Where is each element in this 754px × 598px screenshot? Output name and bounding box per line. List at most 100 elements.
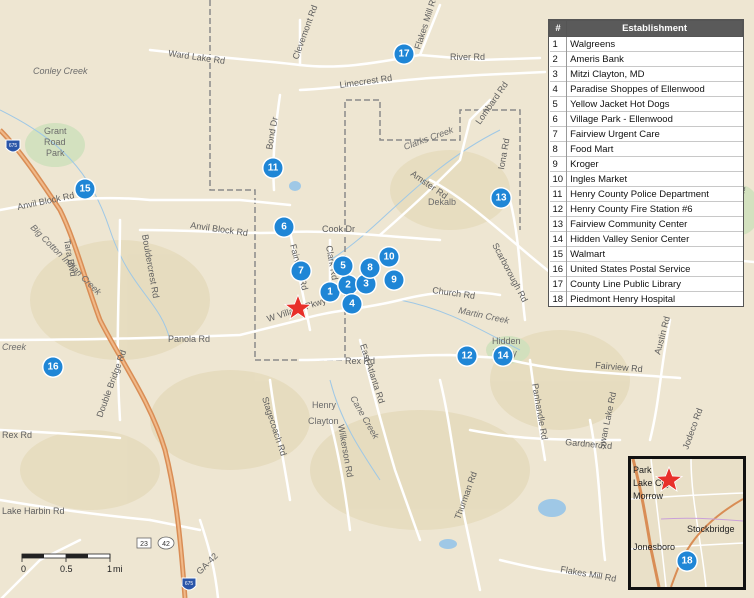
marker-17[interactable]: 17 (393, 43, 415, 65)
label-lake-harbin: Lake Harbin Rd (2, 506, 65, 516)
label-cook: Cook Dr (322, 224, 355, 234)
legend-row: 13 Fairview Community Center (549, 216, 743, 232)
scale-bar: 0 0.5 1 mi (20, 552, 130, 580)
legend-row-number: 7 (549, 126, 568, 142)
marker-18[interactable]: 18 (676, 550, 698, 572)
label-creek-left: Creek (2, 342, 27, 352)
marker-5-label: 5 (340, 261, 346, 272)
marker-10-label: 10 (383, 252, 395, 263)
legend-row: 10 Ingles Market (549, 171, 743, 187)
label-grant: Grant (44, 126, 67, 136)
marker-2-label: 2 (345, 280, 351, 291)
label-road: Road (44, 137, 66, 147)
marker-4[interactable]: 4 (341, 293, 363, 315)
marker-14[interactable]: 14 (492, 345, 514, 367)
legend-row-number: 9 (549, 156, 568, 172)
legend-row: 12 Henry County Fire Station #6 (549, 201, 743, 217)
inset-map[interactable]: Park Lake City Morrow Stockbridge Jonesb… (628, 456, 746, 590)
legend-row: 2 Ameris Bank (549, 51, 743, 67)
marker-8[interactable]: 8 (359, 257, 381, 279)
marker-5[interactable]: 5 (332, 255, 354, 277)
label-east-atlanta: East Atlanta Rd (358, 343, 387, 405)
label-hidden: Hidden (492, 336, 521, 346)
legend-row-number: 11 (549, 186, 568, 202)
legend-row: 18 Piedmont Henry Hospital (549, 291, 743, 306)
label-clayton: Clayton (308, 416, 339, 426)
label-flakes-bottom: Flakes Mill Rd (560, 564, 617, 584)
label-jodeco: Jodeco Rd (680, 407, 704, 451)
interstate-shield-bottom: 675 (181, 577, 197, 591)
inset-label-morrow: Morrow (633, 491, 664, 501)
legend-row: 8 Food Mart (549, 141, 743, 157)
label-clevemont: Clevemont Rd (290, 4, 319, 61)
label-clarks-creek: Clarks Creek (402, 125, 455, 152)
marker-13[interactable]: 13 (490, 187, 512, 209)
legend-row-number: 3 (549, 66, 568, 82)
legend-row-establishment: Mitzi Clayton, MD (566, 66, 743, 82)
label-austin: Austin Rd (652, 315, 672, 355)
legend-row-number: 17 (549, 276, 568, 292)
legend-row-number: 1 (549, 36, 568, 52)
label-lombard: Lombard Rd (473, 80, 510, 126)
interstate-shield-top: 675 (5, 139, 21, 153)
legend-row-number: 15 (549, 246, 568, 262)
label-anvil-block-mid: Anvil Block Rd (190, 220, 249, 238)
label-ward-lake: Ward Lake Rd (168, 48, 226, 66)
legend-row: 4 Paradise Shoppes of Ellenwood (549, 81, 743, 97)
legend-row: 15 Walmart (549, 246, 743, 262)
legend-row: 6 Village Park - Ellenwood (549, 111, 743, 127)
marker-18-label: 18 (681, 556, 693, 567)
marker-15[interactable]: 15 (74, 178, 96, 200)
legend-row-number: 8 (549, 141, 568, 157)
marker-6[interactable]: 6 (273, 216, 295, 238)
ga42-shield: 42 (157, 536, 175, 550)
legend-row-establishment: Kroger (566, 156, 743, 172)
marker-16[interactable]: 16 (42, 356, 64, 378)
label-conley-creek: Conley Creek (33, 66, 88, 76)
label-panola: Panola Rd (168, 334, 210, 344)
legend-col-name: Establishment (566, 20, 743, 37)
marker-6-label: 6 (281, 222, 287, 233)
label-rex-left: Rex Rd (2, 430, 32, 440)
ga42-shield-label: 42 (162, 541, 170, 548)
legend-row-establishment: County Line Public Library (566, 276, 743, 292)
legend-row-establishment: Hidden Valley Senior Center (566, 231, 743, 247)
scale-tick-0: 0 (21, 564, 26, 574)
marker-16-label: 16 (47, 362, 59, 373)
legend-row-number: 18 (549, 291, 568, 306)
marker-15-label: 15 (79, 184, 91, 195)
label-bond: Bond Dr (264, 116, 280, 150)
legend-row-number: 2 (549, 51, 568, 67)
legend-row-establishment: Walmart (566, 246, 743, 262)
i675-bottom-label: 675 (185, 581, 194, 587)
marker-11[interactable]: 11 (262, 157, 284, 179)
marker-10[interactable]: 10 (378, 246, 400, 268)
marker-7[interactable]: 7 (290, 260, 312, 282)
legend-row-establishment: Food Mart (566, 141, 743, 157)
legend-row-establishment: Walgreens (566, 36, 743, 52)
legend-row: 17 County Line Public Library (549, 276, 743, 292)
legend-row-number: 13 (549, 216, 568, 232)
legend-col-num: # (548, 20, 568, 37)
inset-label-jonesboro: Jonesboro (633, 542, 675, 552)
legend-row: 14 Hidden Valley Senior Center (549, 231, 743, 247)
legend-table: # Establishment 1 Walgreens 2 Ameris Bank 3 M… (548, 19, 744, 307)
marker-9[interactable]: 9 (383, 269, 405, 291)
legend-row-establishment: Fairview Community Center (566, 216, 743, 232)
legend-row: 11 Henry County Police Department (549, 186, 743, 202)
marker-12[interactable]: 12 (456, 345, 478, 367)
legend-row-number: 10 (549, 171, 568, 187)
scale-tick-1: 1 (107, 564, 112, 574)
us23-label: 23 (140, 541, 148, 548)
legend-row-number: 5 (549, 96, 568, 112)
label-limecrest: Limecrest Rd (339, 73, 393, 90)
scale-unit: mi (113, 564, 123, 574)
label-anvil-block-left: Anvil Block Rd (16, 190, 75, 212)
legend-row: 3 Mitzi Clayton, MD (549, 66, 743, 82)
legend-row-establishment: Yellow Jacket Hot Dogs (566, 96, 743, 112)
legend-row: 5 Yellow Jacket Hot Dogs (549, 96, 743, 112)
us23-shield: 23 (136, 537, 152, 549)
legend-row-establishment: Fairview Urgent Care (566, 126, 743, 142)
legend-body: 1 Walgreens 2 Ameris Bank 3 Mitzi Clayton, MD… (549, 36, 743, 306)
legend-row: 9 Kroger (549, 156, 743, 172)
